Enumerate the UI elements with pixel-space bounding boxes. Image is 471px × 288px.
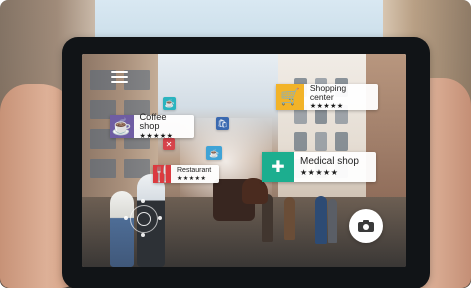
cup-icon[interactable]: ☕	[163, 97, 176, 110]
touch-dot	[141, 199, 145, 203]
touch-ring-inner	[137, 212, 151, 226]
screenshot-frame: ☕ 🛍 ☕ ✕ ☕ Coffee shop ★★★★★ 🛒 Shopping c…	[0, 0, 471, 288]
poi-restaurant[interactable]: 🍴 Restaurant ★★★★★	[152, 165, 219, 183]
coffee-cup-icon: ☕	[110, 115, 134, 138]
coffee-cup-icon[interactable]: ☕	[206, 146, 222, 160]
touch-dot	[141, 233, 145, 237]
pedestrian	[328, 199, 337, 243]
pedestrian	[284, 197, 295, 240]
medical-cross-icon: ✚	[262, 152, 294, 182]
poi-coffee-shop-rating: ★★★★★	[139, 133, 174, 141]
touch-dot	[158, 216, 162, 220]
poi-coffee-shop-label: Coffee shop	[139, 111, 167, 131]
poi-medical-shop-rating: ★★★★★	[300, 168, 339, 177]
poi-shopping-center-label: Shopping center	[309, 82, 347, 102]
shopping-bag-icon[interactable]: 🛍	[216, 117, 229, 130]
poi-medical-shop-label: Medical shop	[300, 156, 359, 167]
camera-button[interactable]	[349, 209, 383, 243]
menu-icon[interactable]	[111, 71, 128, 83]
poi-medical-shop[interactable]: ✚ Medical shop ★★★★★	[262, 152, 376, 182]
pedestrian	[315, 196, 327, 244]
poi-coffee-shop[interactable]: ☕ Coffee shop ★★★★★	[110, 111, 194, 141]
poi-restaurant-rating: ★★★★★	[177, 175, 207, 182]
camera-icon	[358, 220, 374, 232]
poi-shopping-center-rating: ★★★★★	[309, 103, 344, 111]
poi-restaurant-label: Restaurant	[177, 166, 212, 174]
touch-dot	[124, 216, 128, 220]
shopping-cart-icon: 🛒	[276, 84, 304, 110]
touch-gesture-indicator	[123, 198, 163, 238]
fork-knife-icon: 🍴	[152, 165, 172, 183]
poi-shopping-center[interactable]: 🛒 Shopping center ★★★★★	[276, 84, 378, 110]
